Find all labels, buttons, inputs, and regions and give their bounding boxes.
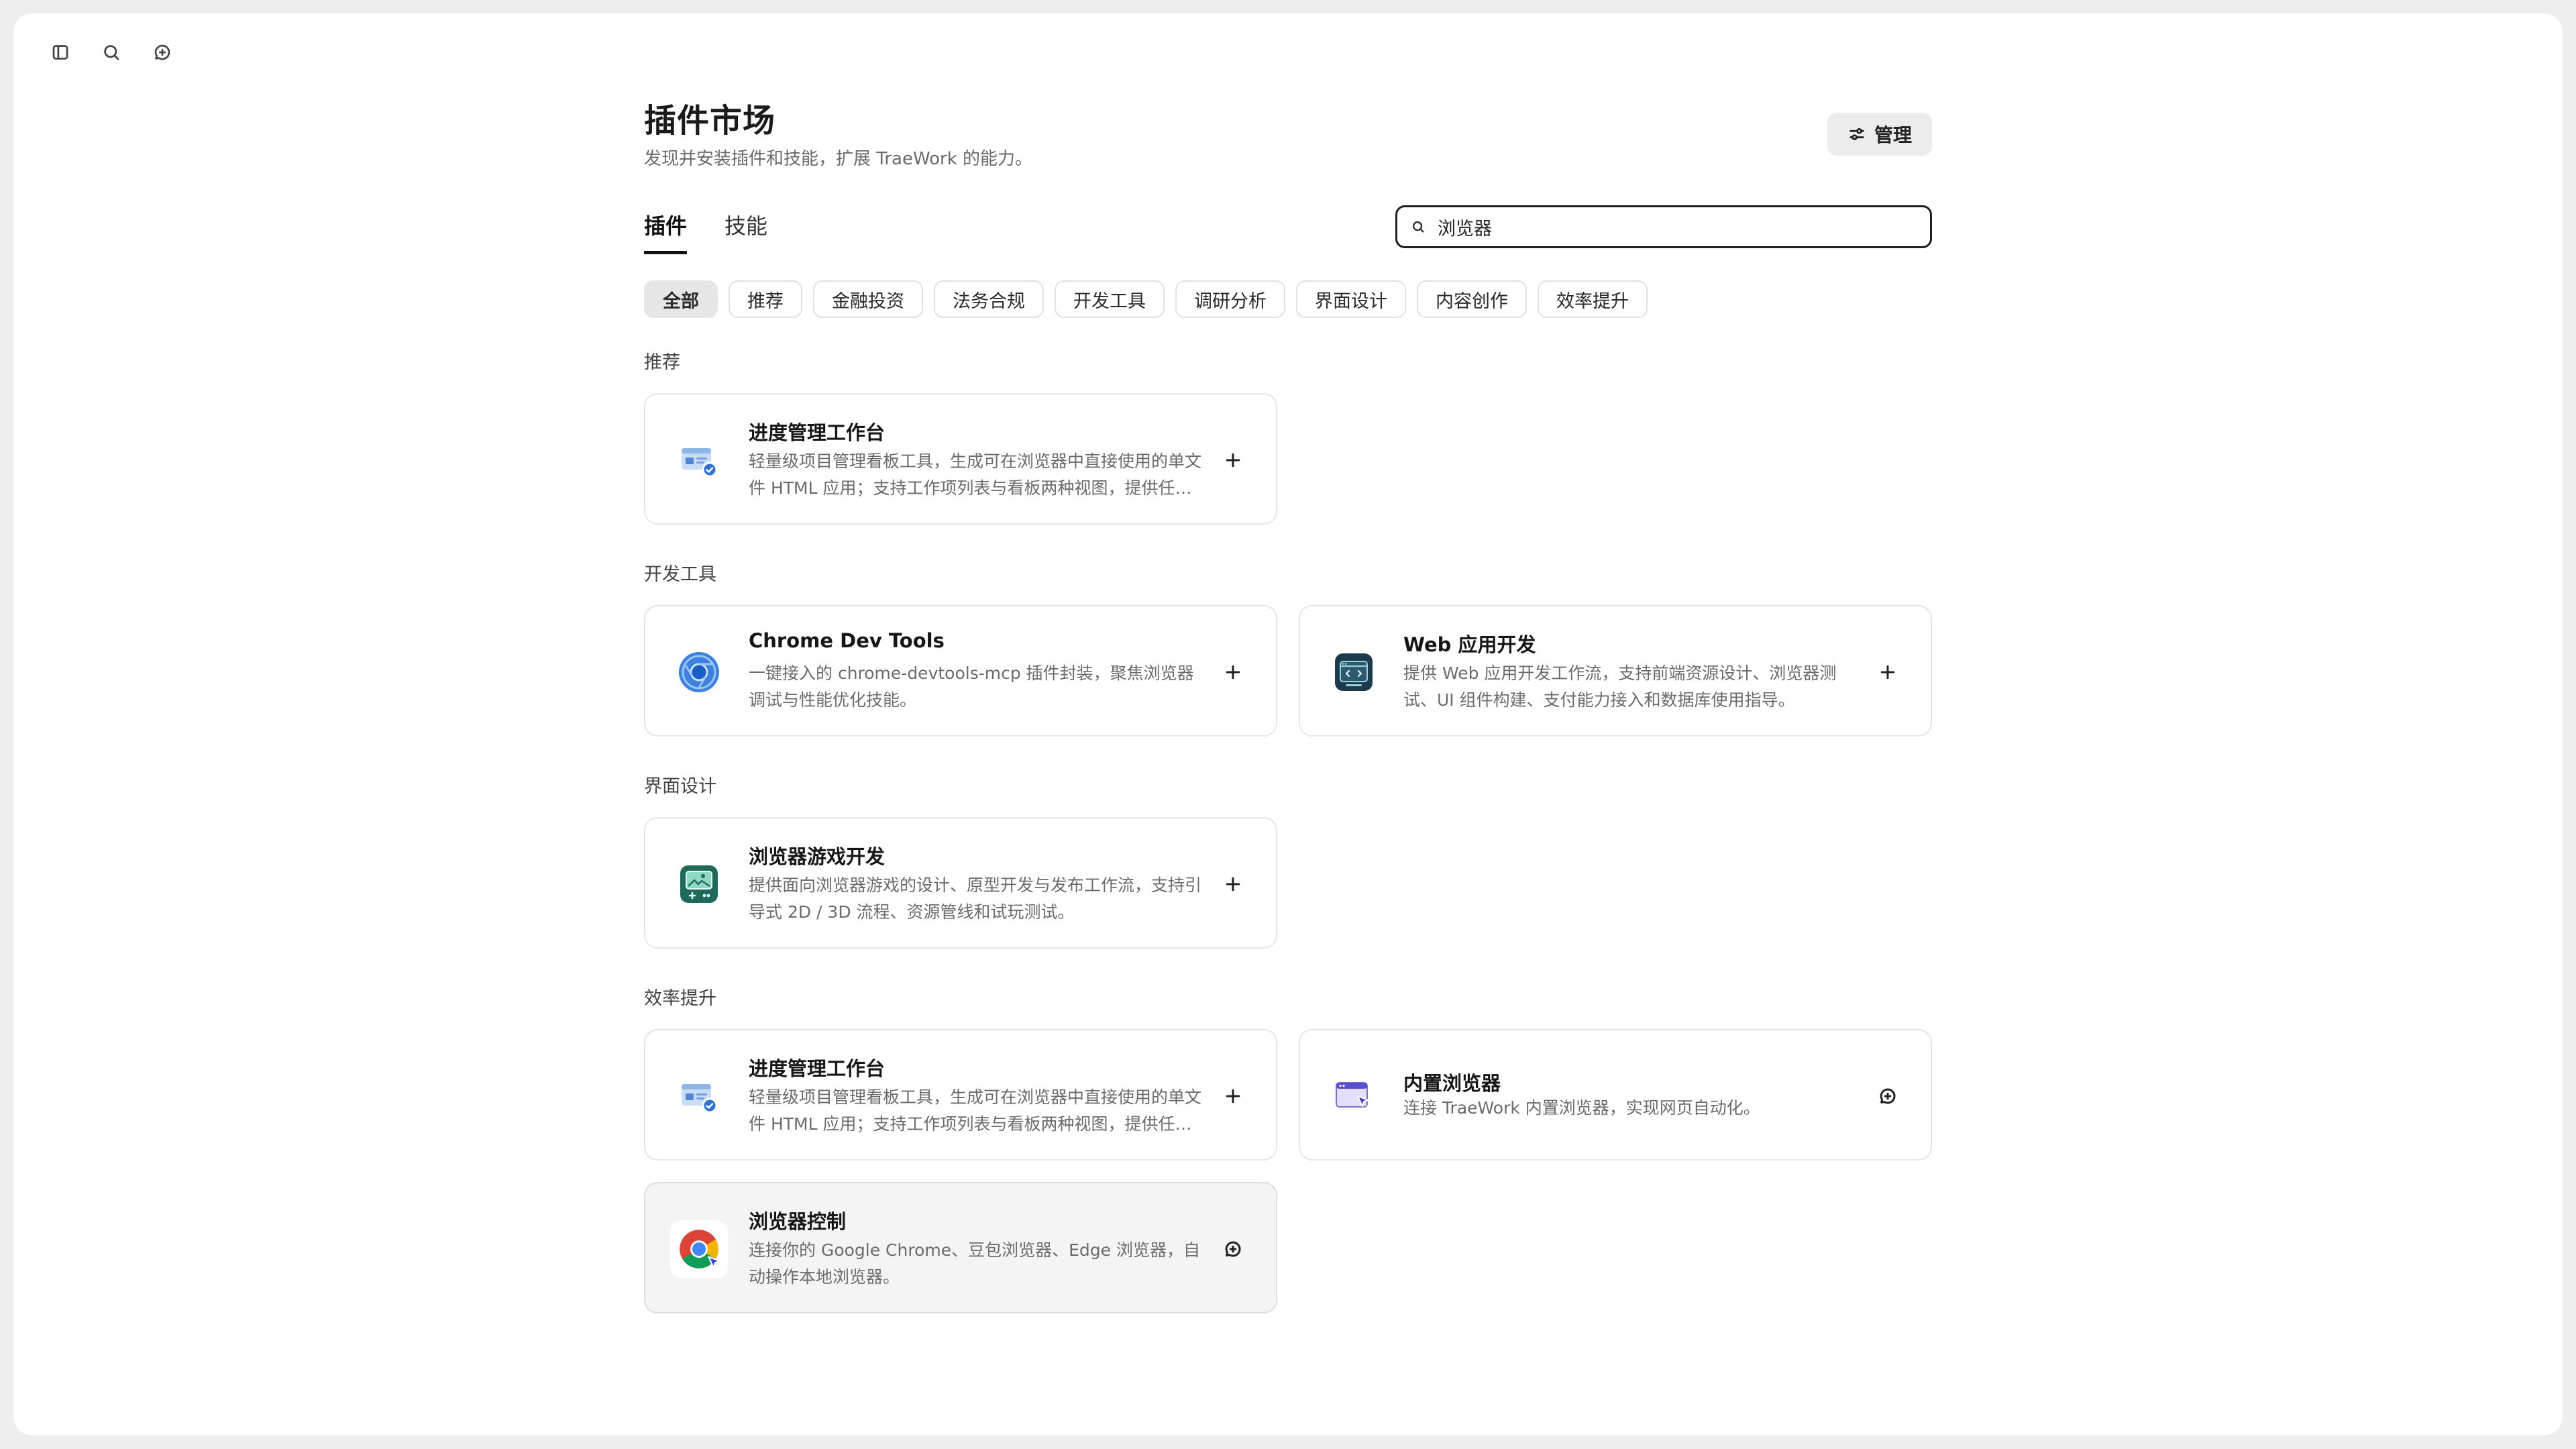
tab-plugins[interactable]: 插件 <box>644 209 688 254</box>
add-button[interactable] <box>1217 868 1249 900</box>
new-chat-icon <box>154 44 170 60</box>
new-chat-button[interactable] <box>145 35 180 70</box>
section-label-recommended: 推荐 <box>644 352 680 373</box>
chip-research[interactable]: 调研分析 <box>1175 280 1285 318</box>
chip-efficiency[interactable]: 效率提升 <box>1538 280 1648 318</box>
manage-label: 管理 <box>1874 124 1912 146</box>
chip-devtools[interactable]: 开发工具 <box>1055 280 1165 318</box>
chip-all[interactable]: 全部 <box>644 280 718 318</box>
plus-icon <box>1880 665 1895 680</box>
chip-content[interactable]: 内容创作 <box>1417 280 1527 318</box>
browser-window-icon <box>1336 1082 1369 1108</box>
add-button[interactable] <box>1217 1080 1249 1112</box>
chrome-devtools-icon <box>679 652 719 692</box>
plugin-card-browser-control[interactable]: 浏览器控制 连接你的 Google Chrome、豆包浏览器、Edge 浏览器，… <box>644 1182 1277 1313</box>
chip-finance[interactable]: 金融投资 <box>813 280 923 318</box>
plugin-card-progress[interactable]: 进度管理工作台 轻量级项目管理看板工具，生成可在浏览器中直接使用的单文件 HTM… <box>644 393 1277 525</box>
section-label-ui-design: 界面设计 <box>644 776 716 797</box>
tab-bar: 插件 技能 <box>644 209 767 254</box>
chat-plus-icon <box>1880 1088 1896 1104</box>
card-description: 提供 Web 应用开发工作流，支持前端资源设计、浏览器测试、UI 组件构建、支付… <box>1403 663 1837 710</box>
tab-skills[interactable]: 技能 <box>724 209 767 254</box>
plugin-card-browser-game[interactable]: 浏览器游戏开发 提供面向浏览器游戏的设计、原型开发与发布工作流，支持引导式 2D… <box>644 817 1277 949</box>
chat-plus-icon <box>1225 1241 1241 1257</box>
web-app-icon <box>1335 653 1373 691</box>
chip-ui-design[interactable]: 界面设计 <box>1296 280 1406 318</box>
card-description: 连接 TraeWork 内置浏览器，实现网页自动化。 <box>1403 1098 1760 1118</box>
app-window: 插件市场 发现并安装插件和技能，扩展 TraeWork 的能力。 管理 插件 技… <box>13 13 2563 1436</box>
sliders-icon <box>1849 128 1864 140</box>
page-subtitle: 发现并安装插件和技能，扩展 TraeWork 的能力。 <box>644 149 1033 169</box>
open-chat-button[interactable] <box>1872 1080 1904 1112</box>
card-title: Web 应用开发 <box>1403 633 1536 656</box>
card-title: Chrome Dev Tools <box>749 629 945 652</box>
search-icon <box>1412 221 1424 233</box>
section-label-devtools: 开发工具 <box>644 564 716 585</box>
kanban-board-icon <box>682 448 718 478</box>
sidebar-toggle-icon <box>52 45 68 60</box>
plus-icon <box>1226 1089 1240 1104</box>
topbar <box>43 35 180 70</box>
search-box <box>1395 205 1932 248</box>
add-button[interactable] <box>1872 656 1904 688</box>
card-description: 轻量级项目管理看板工具，生成可在浏览器中直接使用的单文件 HTML 应用；支持工… <box>749 451 1202 498</box>
page-title: 插件市场 <box>644 102 776 140</box>
card-description: 一键接入的 chrome-devtools-mcp 插件封装，聚焦浏览器调试与性… <box>749 663 1194 710</box>
card-description: 轻量级项目管理看板工具，生成可在浏览器中直接使用的单文件 HTML 应用；支持工… <box>749 1087 1202 1134</box>
card-title: 进度管理工作台 <box>749 421 885 444</box>
open-chat-button[interactable] <box>1217 1233 1249 1265</box>
manage-button[interactable]: 管理 <box>1827 113 1932 156</box>
plus-icon <box>1226 665 1240 680</box>
plus-icon <box>1226 453 1240 468</box>
sidebar-toggle-button[interactable] <box>43 35 78 70</box>
chip-legal[interactable]: 法务合规 <box>934 280 1044 318</box>
card-title: 进度管理工作台 <box>749 1057 885 1080</box>
add-button[interactable] <box>1217 656 1249 688</box>
search-input[interactable] <box>1436 215 1909 238</box>
card-title: 浏览器控制 <box>749 1210 847 1233</box>
section-label-efficiency: 效率提升 <box>644 988 716 1009</box>
plugin-card-web-app[interactable]: Web 应用开发 提供 Web 应用开发工作流，支持前端资源设计、浏览器测试、U… <box>1299 605 1932 737</box>
category-filter: 全部 推荐 金融投资 法务合规 开发工具 调研分析 界面设计 内容创作 效率提升 <box>644 280 1648 318</box>
chrome-icon <box>669 1220 729 1279</box>
chip-recommended[interactable]: 推荐 <box>729 280 802 318</box>
search-button[interactable] <box>94 35 129 70</box>
plus-icon <box>1226 877 1240 892</box>
plugin-card-chrome-devtools[interactable]: Chrome Dev Tools 一键接入的 chrome-devtools-m… <box>644 605 1277 737</box>
kanban-board-icon <box>682 1084 718 1114</box>
plugin-card-builtin-browser[interactable]: 内置浏览器 连接 TraeWork 内置浏览器，实现网页自动化。 <box>1299 1029 1932 1161</box>
card-title: 内置浏览器 <box>1403 1072 1501 1095</box>
plugin-card-progress[interactable]: 进度管理工作台 轻量级项目管理看板工具，生成可在浏览器中直接使用的单文件 HTM… <box>644 1029 1277 1161</box>
card-description: 连接你的 Google Chrome、豆包浏览器、Edge 浏览器，自动操作本地… <box>749 1240 1200 1287</box>
search-icon <box>104 45 119 60</box>
card-title: 浏览器游戏开发 <box>749 845 885 868</box>
add-button[interactable] <box>1217 444 1249 476</box>
game-console-icon <box>680 865 718 903</box>
card-description: 提供面向浏览器游戏的设计、原型开发与发布工作流，支持引导式 2D / 3D 流程… <box>749 875 1202 922</box>
